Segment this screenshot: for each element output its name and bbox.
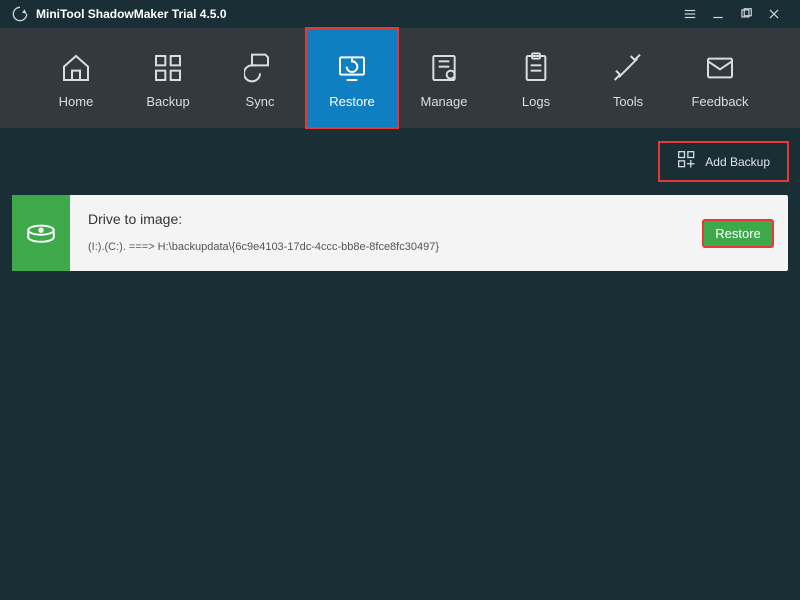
nav-manage[interactable]: Manage — [398, 28, 490, 128]
app-logo-icon — [12, 6, 28, 22]
nav-restore[interactable]: Restore — [306, 28, 398, 128]
nav-sync[interactable]: Sync — [214, 28, 306, 128]
nav-label: Feedback — [691, 94, 748, 109]
manage-icon — [428, 48, 460, 88]
nav-label: Tools — [613, 94, 643, 109]
add-backup-button[interactable]: Add Backup — [659, 142, 788, 181]
nav-label: Backup — [146, 94, 189, 109]
add-backup-label: Add Backup — [705, 155, 770, 169]
nav-logs[interactable]: Logs — [490, 28, 582, 128]
feedback-icon — [704, 48, 736, 88]
nav-label: Sync — [246, 94, 275, 109]
nav-tools[interactable]: Tools — [582, 28, 674, 128]
close-button[interactable] — [760, 0, 788, 28]
minimize-button[interactable] — [704, 0, 732, 28]
nav-backup[interactable]: Backup — [122, 28, 214, 128]
nav-label: Restore — [329, 94, 375, 109]
maximize-button[interactable] — [732, 0, 760, 28]
add-backup-icon — [677, 150, 697, 173]
sync-icon — [244, 48, 276, 88]
tools-icon — [612, 48, 644, 88]
titlebar: MiniTool ShadowMaker Trial 4.5.0 — [0, 0, 800, 28]
nav-label: Manage — [421, 94, 468, 109]
content-area: Add Backup Drive to image: (I:).(C:). ==… — [0, 128, 800, 285]
restore-icon — [336, 48, 368, 88]
home-icon — [60, 48, 92, 88]
drive-icon — [12, 195, 70, 271]
app-title: MiniTool ShadowMaker Trial 4.5.0 — [36, 7, 227, 21]
backup-icon — [152, 48, 184, 88]
task-title: Drive to image: — [88, 211, 680, 227]
task-path: (I:).(C:). ===> H:\backupdata\{6c9e4103-… — [88, 241, 680, 253]
restore-button[interactable]: Restore — [703, 220, 773, 247]
backup-task-card: Drive to image: (I:).(C:). ===> H:\backu… — [12, 195, 788, 271]
nav-home[interactable]: Home — [30, 28, 122, 128]
nav-feedback[interactable]: Feedback — [674, 28, 766, 128]
nav-label: Logs — [522, 94, 550, 109]
nav-label: Home — [59, 94, 94, 109]
logs-icon — [520, 48, 552, 88]
menu-button[interactable] — [676, 0, 704, 28]
main-nav: Home Backup Sync Restore Manage Logs T — [0, 28, 800, 128]
